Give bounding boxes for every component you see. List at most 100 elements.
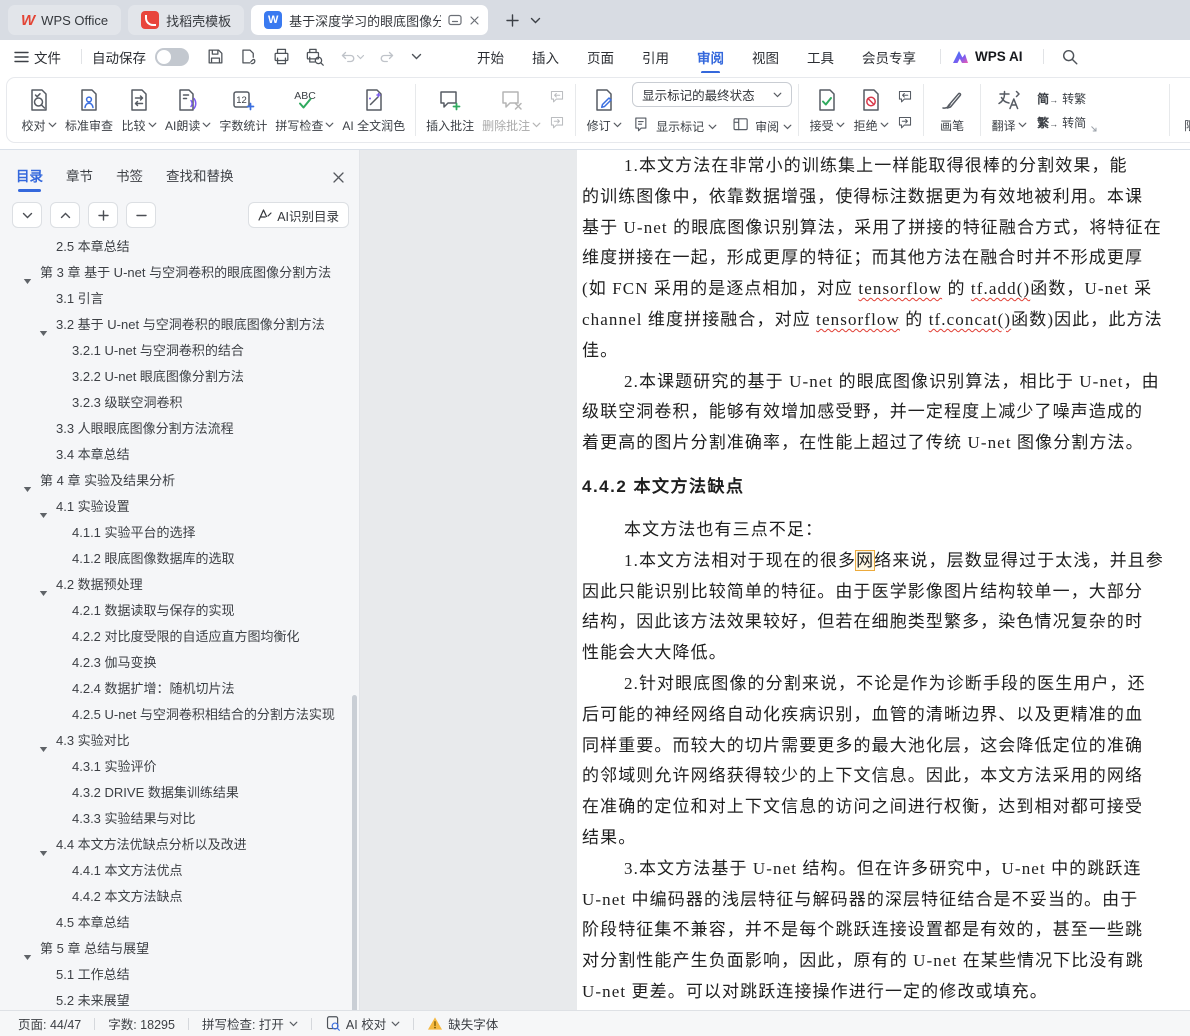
toc-item[interactable]: 4.2.3 伽马变换 [0,650,349,676]
previous-comment-button[interactable] [547,88,567,106]
spellcheck-status[interactable]: 拼写检查: 打开 [202,1014,298,1033]
std-review-button[interactable]: 标准审查 [61,80,117,140]
menu-tab-insert[interactable]: 插入 [532,41,559,72]
tab-chapters[interactable]: 章节 [66,165,93,192]
restrict-edit-button[interactable]: 限制 [1176,80,1190,140]
hamburger-menu-button[interactable]: 文件 [14,47,61,67]
ai-proofread-status[interactable]: AI 校对 [325,1014,400,1033]
simplified-to-traditional-button[interactable]: 简→ 转繁 [1037,90,1086,107]
search-button[interactable] [1061,48,1079,66]
toc-item[interactable]: 第 4 章 实验及结果分析 [0,468,349,494]
toc-item[interactable]: 3.2.1 U-net 与空洞卷积的结合 [0,338,349,364]
collapse-arrow-icon[interactable] [39,502,48,520]
sidebar-scrollbar[interactable] [352,695,357,1036]
toc-item[interactable]: 4.2.4 数据扩增：随机切片法 [0,676,349,702]
toc-item[interactable]: 第 5 章 总结与展望 [0,936,349,962]
collapse-arrow-icon[interactable] [39,320,48,338]
ai-polish-button[interactable]: AI 全文润色 [338,80,409,140]
collapse-arrow-icon[interactable] [39,580,48,598]
toc-item[interactable]: 3.3 人眼眼底图像分割方法流程 [0,416,349,442]
pen-button[interactable]: 画笔 [930,80,974,140]
screen-share-icon[interactable] [448,14,462,26]
toc-item[interactable]: 3.1 引言 [0,286,349,312]
expand-down-button[interactable] [12,202,42,228]
toc-item[interactable]: 4.3.3 实验结果与对比 [0,806,349,832]
window-tab-2[interactable]: W 基于深度学习的眼底图像分割 [251,5,489,35]
toc-item[interactable]: 4.3.1 实验评价 [0,754,349,780]
track-changes-button[interactable]: 修订 [582,80,626,140]
compare-button[interactable]: 比较 [117,80,161,140]
document-page[interactable]: 1.本文方法在非常小的训练集上一样能取得很棒的分割效果，能 的训练图像中，依靠数据… [577,150,1190,1010]
word-count-indicator[interactable]: 字数: 18295 [108,1014,175,1033]
toc-item[interactable]: 4.2.1 数据读取与保存的实现 [0,598,349,624]
toc-item[interactable]: 3.2 基于 U-net 与空洞卷积的眼底图像分割方法 [0,312,349,338]
tab-bookmarks[interactable]: 书签 [116,165,143,192]
toc-item[interactable]: 4.1 实验设置 [0,494,349,520]
menu-tab-view[interactable]: 视图 [752,41,779,72]
traditional-to-simplified-button[interactable]: 繁→ 转简 [1037,114,1086,131]
toc-item[interactable]: 4.4 本文方法优缺点分析以及改进 [0,832,349,858]
toc-item[interactable]: 4.3 实验对比 [0,728,349,754]
toc-item[interactable]: 4.4.2 本文方法缺点 [0,884,349,910]
toc-item[interactable]: 4.3.2 DRIVE 数据集训练结果 [0,780,349,806]
toc-item[interactable]: 3.2.3 级联空洞卷积 [0,390,349,416]
missing-font-warning[interactable]: 缺失字体 [427,1014,498,1033]
menu-tab-reference[interactable]: 引用 [642,41,669,72]
previous-change-button[interactable] [895,88,915,106]
next-comment-button[interactable] [547,114,567,132]
insert-comment-button[interactable]: 插入批注 [422,80,478,140]
autosave-control[interactable]: 自动保存 [92,47,189,67]
menu-tab-home[interactable]: 开始 [477,41,504,72]
undo-button[interactable] [338,48,365,66]
tab-list-dropdown[interactable] [530,17,541,24]
toc-item[interactable]: 4.1.1 实验平台的选择 [0,520,349,546]
collapse-arrow-icon[interactable] [39,840,48,858]
wps-ai-button[interactable]: WPS AI [951,49,1023,65]
menu-tab-tools[interactable]: 工具 [807,41,834,72]
proofread-button[interactable]: 校对 [17,80,61,140]
print-preview-button[interactable] [305,47,324,66]
toc-item[interactable]: 4.2.5 U-net 与空洞卷积相结合的分割方法实现 [0,702,349,728]
toc-item[interactable]: 第 3 章 基于 U-net 与空洞卷积的眼底图像分割方法 [0,260,349,286]
export-pdf-button[interactable] [239,47,258,66]
collapse-arrow-icon[interactable] [39,736,48,754]
collapse-arrow-icon[interactable] [23,476,32,494]
menu-tab-review[interactable]: 审阅 [697,41,724,74]
accept-button[interactable]: 接受 [805,80,849,140]
autosave-toggle[interactable] [155,47,189,66]
review-pane-button[interactable]: 审阅 [731,115,792,138]
ai-read-button[interactable]: AI朗读 [161,80,215,140]
collapse-arrow-icon[interactable] [23,944,32,962]
save-button[interactable] [206,47,225,66]
toc-item[interactable]: 3.2.2 U-net 眼底图像分割方法 [0,364,349,390]
print-button[interactable] [272,47,291,66]
tab-find-replace[interactable]: 查找和替换 [166,165,234,192]
toc-item[interactable]: 5.2 未来展望 [0,988,349,1010]
redo-button[interactable] [379,48,397,66]
collapse-arrow-icon[interactable] [23,268,32,286]
ai-recognize-toc-button[interactable]: AI识别目录 [248,202,349,228]
new-tab-button[interactable] [505,13,520,28]
toc-item[interactable]: 2.5 本章总结 [0,240,349,260]
toc-item[interactable]: 4.2 数据预处理 [0,572,349,598]
toc-item[interactable]: 3.4 本章总结 [0,442,349,468]
menu-tab-page[interactable]: 页面 [587,41,614,72]
toolbar-more-dropdown[interactable] [411,53,422,60]
toc-item[interactable]: 4.1.2 眼底图像数据库的选取 [0,546,349,572]
delete-comment-button[interactable]: 删除批注 [478,80,545,140]
zoom-in-toc-button[interactable] [88,202,118,228]
toc-item[interactable]: 4.2.2 对比度受限的自适应直方图均衡化 [0,624,349,650]
dialog-launcher-icon[interactable] [1090,120,1098,138]
word-count-button[interactable]: 12 字数统计 [215,80,271,140]
window-tab-1[interactable]: 找稻壳模板 [128,5,245,35]
tab-toc[interactable]: 目录 [16,165,43,192]
close-sidebar-button[interactable] [332,171,345,187]
show-markup-button[interactable]: 显示标记 [632,115,717,138]
toc-item[interactable]: 5.1 工作总结 [0,962,349,988]
menu-tab-member[interactable]: 会员专享 [862,41,916,72]
markup-state-select[interactable]: 显示标记的最终状态 [632,82,793,107]
toc-item[interactable]: 4.4.1 本文方法优点 [0,858,349,884]
translate-button[interactable]: 翻译 [987,80,1031,140]
toc-item[interactable]: 4.5 本章总结 [0,910,349,936]
reject-button[interactable]: 拒绝 [849,80,893,140]
